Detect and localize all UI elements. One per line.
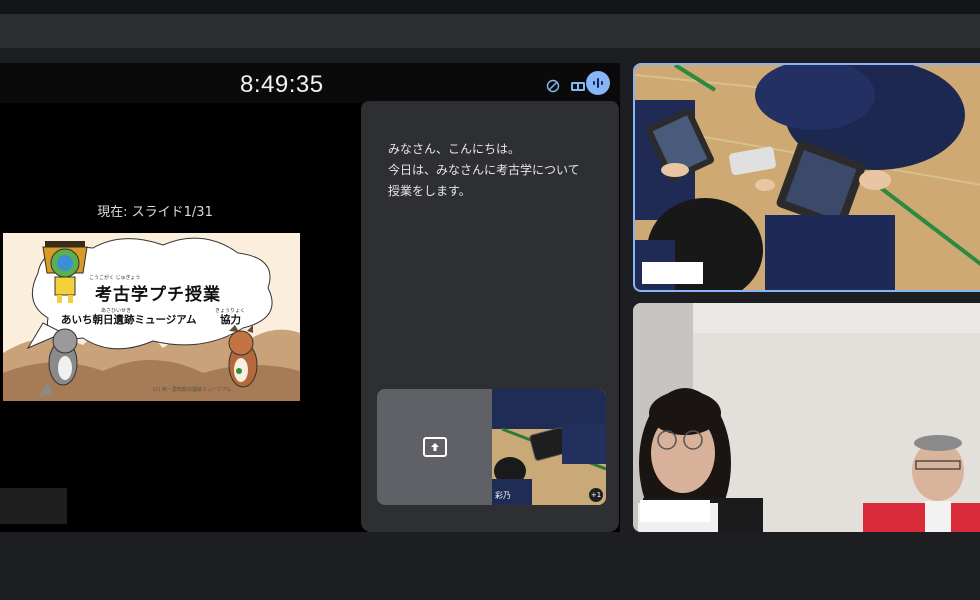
slide-cooperation: 協力 <box>220 314 241 326</box>
participants-video <box>633 303 980 532</box>
thumbnail-name: 彩乃 <box>495 491 511 500</box>
participant-thumbnail[interactable]: 彩乃 +1 <box>492 389 606 505</box>
presentation-grid-icon[interactable] <box>570 78 586 92</box>
clock: 8:49:35 <box>240 71 324 98</box>
notes-line: 授業をします。 <box>388 184 471 198</box>
participant-count-badge: +1 <box>589 488 603 502</box>
present-screen-icon <box>423 437 447 457</box>
slide-title: 考古学プチ授業 <box>95 285 221 305</box>
mic-active-icon[interactable] <box>586 71 610 95</box>
classroom-video <box>635 65 980 290</box>
video-tile-classroom[interactable] <box>633 63 980 292</box>
slide-subtitle: あいち朝日遺跡ミュージアム <box>61 314 197 326</box>
redaction-box <box>0 488 67 524</box>
current-slide[interactable]: こうこがく じゅぎょう 考古学プチ授業 あさひいせき あいち朝日遺跡ミュージアム… <box>3 233 300 401</box>
bottom-bar <box>0 532 980 600</box>
speaker-notes-panel: みなさん、こんにちは。 今日は、みなさんに考古学について 授業をします。 彩乃 … <box>361 101 619 532</box>
presenter-header: 8:49:35 <box>0 63 620 103</box>
video-tile-participants[interactable] <box>633 303 980 532</box>
thumbnail-video <box>492 389 606 505</box>
slide-credit: (C) 西・愛知朝日遺跡ミュージアム <box>153 387 232 393</box>
edit-off-icon[interactable] <box>546 78 560 93</box>
toolbar <box>0 14 980 48</box>
notes-line: みなさん、こんにちは。 <box>388 142 521 156</box>
present-screen-tile[interactable] <box>377 389 493 505</box>
notes-line: 今日は、みなさんに考古学について <box>388 163 580 177</box>
speaker-notes: みなさん、こんにちは。 今日は、みなさんに考古学について 授業をします。 <box>388 139 580 202</box>
window-top-strip <box>0 0 980 14</box>
participant-name-label <box>640 500 710 522</box>
participant-name-label <box>642 262 703 284</box>
slide-status: 現在: スライド1/31 <box>97 205 213 220</box>
